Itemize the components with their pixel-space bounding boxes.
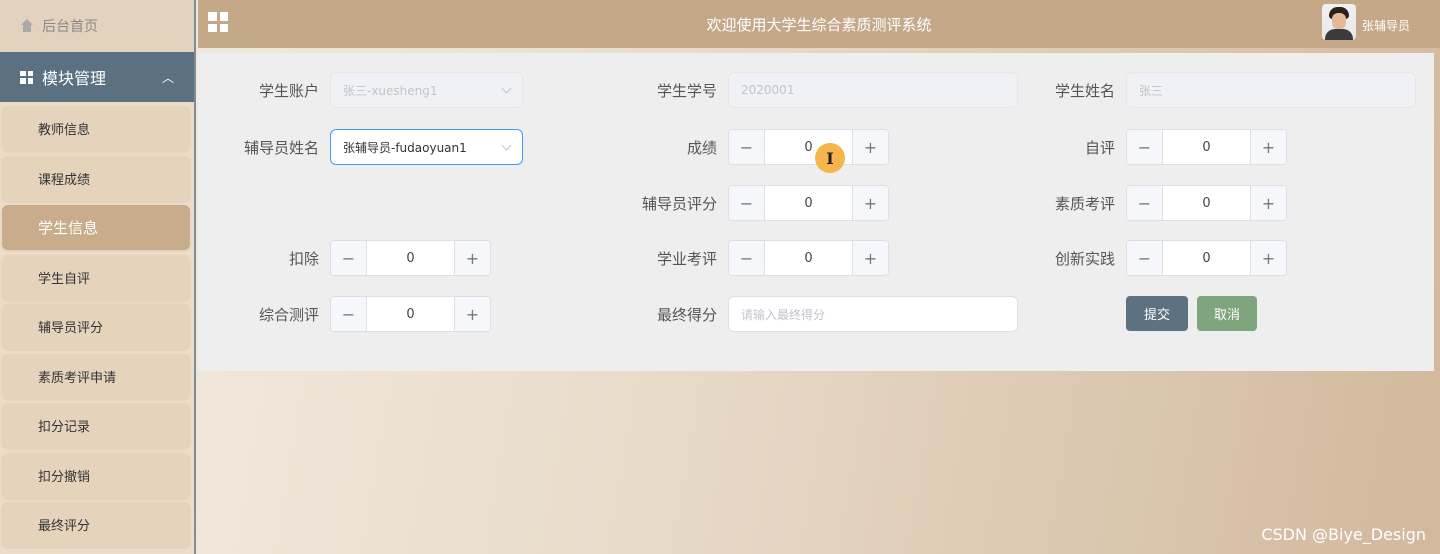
home-icon xyxy=(20,19,34,33)
sidebar-item-quality-eval-apply[interactable]: 素质考评申请 xyxy=(2,353,190,399)
deduction-stepper[interactable]: − 0 + xyxy=(330,240,491,276)
sidebar-item-label: 素质考评申请 xyxy=(38,370,117,386)
decrement-button[interactable]: − xyxy=(729,130,765,164)
student-name-field[interactable]: 张三 xyxy=(1126,72,1416,108)
academic-eval-stepper[interactable]: − 0 + xyxy=(728,240,889,276)
decrement-button[interactable]: − xyxy=(331,297,367,331)
sidebar-menu: 教师信息 课程成绩 学生信息 学生自评 辅导员评分 素质考评申请 扣分记录 扣分… xyxy=(0,102,194,547)
sidebar-item-label: 学生信息 xyxy=(38,219,99,237)
sidebar-item-counselor-score[interactable]: 辅导员评分 xyxy=(2,304,190,349)
increment-button[interactable]: + xyxy=(852,130,888,164)
final-score-placeholder: 请输入最终得分 xyxy=(741,307,826,322)
quality-eval-label: 素质考评 xyxy=(1054,195,1115,213)
student-account-select[interactable]: 张三-xuesheng1 xyxy=(330,72,523,108)
counselor-score-stepper[interactable]: − 0 + xyxy=(728,185,889,221)
cancel-button[interactable]: 取消 xyxy=(1197,296,1257,331)
sidebar-home-label: 后台首页 xyxy=(42,19,98,35)
form-panel: 学生账户 张三-xuesheng1 学生学号 2020001 学生姓名 张三 辅… xyxy=(198,53,1434,371)
quality-eval-value[interactable]: 0 xyxy=(1163,186,1250,220)
self-eval-label: 自评 xyxy=(1084,139,1115,157)
counselor-score-label: 辅导员评分 xyxy=(641,195,717,213)
increment-button[interactable]: + xyxy=(1250,130,1286,164)
decrement-button[interactable]: − xyxy=(1127,130,1163,164)
deduction-value[interactable]: 0 xyxy=(367,241,454,275)
sidebar: 后台首页 模块管理 ︿ 教师信息 课程成绩 学生信息 学生自评 辅导员评分 素质… xyxy=(0,0,196,554)
self-eval-stepper[interactable]: − 0 + xyxy=(1126,129,1287,165)
deduction-label: 扣除 xyxy=(288,250,319,268)
watermark: CSDN @Biye_Design xyxy=(1261,525,1426,544)
student-no-label: 学生学号 xyxy=(656,82,717,100)
decrement-button[interactable]: − xyxy=(1127,186,1163,220)
sidebar-item-teacher-info[interactable]: 教师信息 xyxy=(2,106,190,151)
grid-icon xyxy=(20,70,33,84)
innovation-value[interactable]: 0 xyxy=(1163,241,1250,275)
student-no-field[interactable]: 2020001 xyxy=(728,72,1018,108)
sidebar-module-label: 模块管理 xyxy=(42,69,107,88)
counselor-score-value[interactable]: 0 xyxy=(765,186,852,220)
student-name-value: 张三 xyxy=(1139,83,1164,98)
chevron-down-icon xyxy=(501,83,512,94)
sidebar-home[interactable]: 后台首页 xyxy=(0,0,194,52)
innovation-stepper[interactable]: − 0 + xyxy=(1126,240,1287,276)
decrement-button[interactable]: − xyxy=(331,241,367,275)
comprehensive-label: 综合测评 xyxy=(258,306,319,324)
sidebar-item-label: 教师信息 xyxy=(38,123,91,138)
increment-button[interactable]: + xyxy=(1250,186,1286,220)
chevron-up-icon: ︿ xyxy=(161,70,174,85)
text-cursor-icon: I xyxy=(815,143,845,173)
page-title: 欢迎使用大学生综合素质测评系统 xyxy=(706,16,932,34)
decrement-button[interactable]: − xyxy=(729,241,765,275)
score-label: 成绩 xyxy=(686,139,717,157)
final-score-label: 最终得分 xyxy=(656,306,717,324)
sidebar-item-label: 辅导员评分 xyxy=(38,321,104,336)
academic-eval-label: 学业考评 xyxy=(656,250,717,268)
sidebar-item-label: 课程成绩 xyxy=(38,172,91,188)
increment-button[interactable]: + xyxy=(454,297,490,331)
score-stepper[interactable]: − 0 + xyxy=(728,129,889,165)
sidebar-item-deduction-revoke[interactable]: 扣分撤销 xyxy=(2,452,190,498)
increment-button[interactable]: + xyxy=(852,241,888,275)
increment-button[interactable]: + xyxy=(852,186,888,220)
quality-eval-stepper[interactable]: − 0 + xyxy=(1126,185,1287,221)
sidebar-item-label: 扣分撤销 xyxy=(38,469,91,485)
sidebar-item-final-score[interactable]: 最终评分 xyxy=(2,502,190,547)
chevron-down-icon xyxy=(501,140,512,151)
username[interactable]: 张辅导员 xyxy=(1362,17,1410,34)
decrement-button[interactable]: − xyxy=(729,186,765,220)
sidebar-item-deduction-records[interactable]: 扣分记录 xyxy=(2,403,190,448)
increment-button[interactable]: + xyxy=(454,241,490,275)
submit-button[interactable]: 提交 xyxy=(1126,296,1188,331)
comprehensive-stepper[interactable]: − 0 + xyxy=(330,296,491,332)
student-account-value: 张三-xuesheng1 xyxy=(343,83,438,98)
avatar[interactable] xyxy=(1322,4,1356,40)
sidebar-item-label: 扣分记录 xyxy=(38,420,91,435)
academic-eval-value[interactable]: 0 xyxy=(765,241,852,275)
counselor-name-label: 辅导员姓名 xyxy=(243,139,319,157)
decrement-button[interactable]: − xyxy=(1127,241,1163,275)
student-no-value: 2020001 xyxy=(741,83,795,97)
self-eval-value[interactable]: 0 xyxy=(1163,130,1250,164)
sidebar-item-student-info[interactable]: 学生信息 xyxy=(2,205,190,250)
final-score-input[interactable]: 请输入最终得分 xyxy=(728,296,1018,332)
sidebar-item-course-grades[interactable]: 课程成绩 xyxy=(2,155,190,201)
student-account-label: 学生账户 xyxy=(258,82,319,100)
sidebar-item-label: 最终评分 xyxy=(38,519,91,534)
counselor-name-select[interactable]: 张辅导员-fudaoyuan1 xyxy=(330,129,523,165)
comprehensive-value[interactable]: 0 xyxy=(367,297,454,331)
counselor-name-value: 张辅导员-fudaoyuan1 xyxy=(343,140,467,155)
sidebar-item-student-self-eval[interactable]: 学生自评 xyxy=(2,254,190,300)
student-name-label: 学生姓名 xyxy=(1054,82,1115,100)
innovation-label: 创新实践 xyxy=(1054,250,1115,268)
sidebar-item-label: 学生自评 xyxy=(38,271,91,287)
increment-button[interactable]: + xyxy=(1250,241,1286,275)
sidebar-module-header[interactable]: 模块管理 ︿ xyxy=(0,52,194,102)
top-header: 欢迎使用大学生综合素质测评系统 张辅导员 xyxy=(198,0,1440,48)
